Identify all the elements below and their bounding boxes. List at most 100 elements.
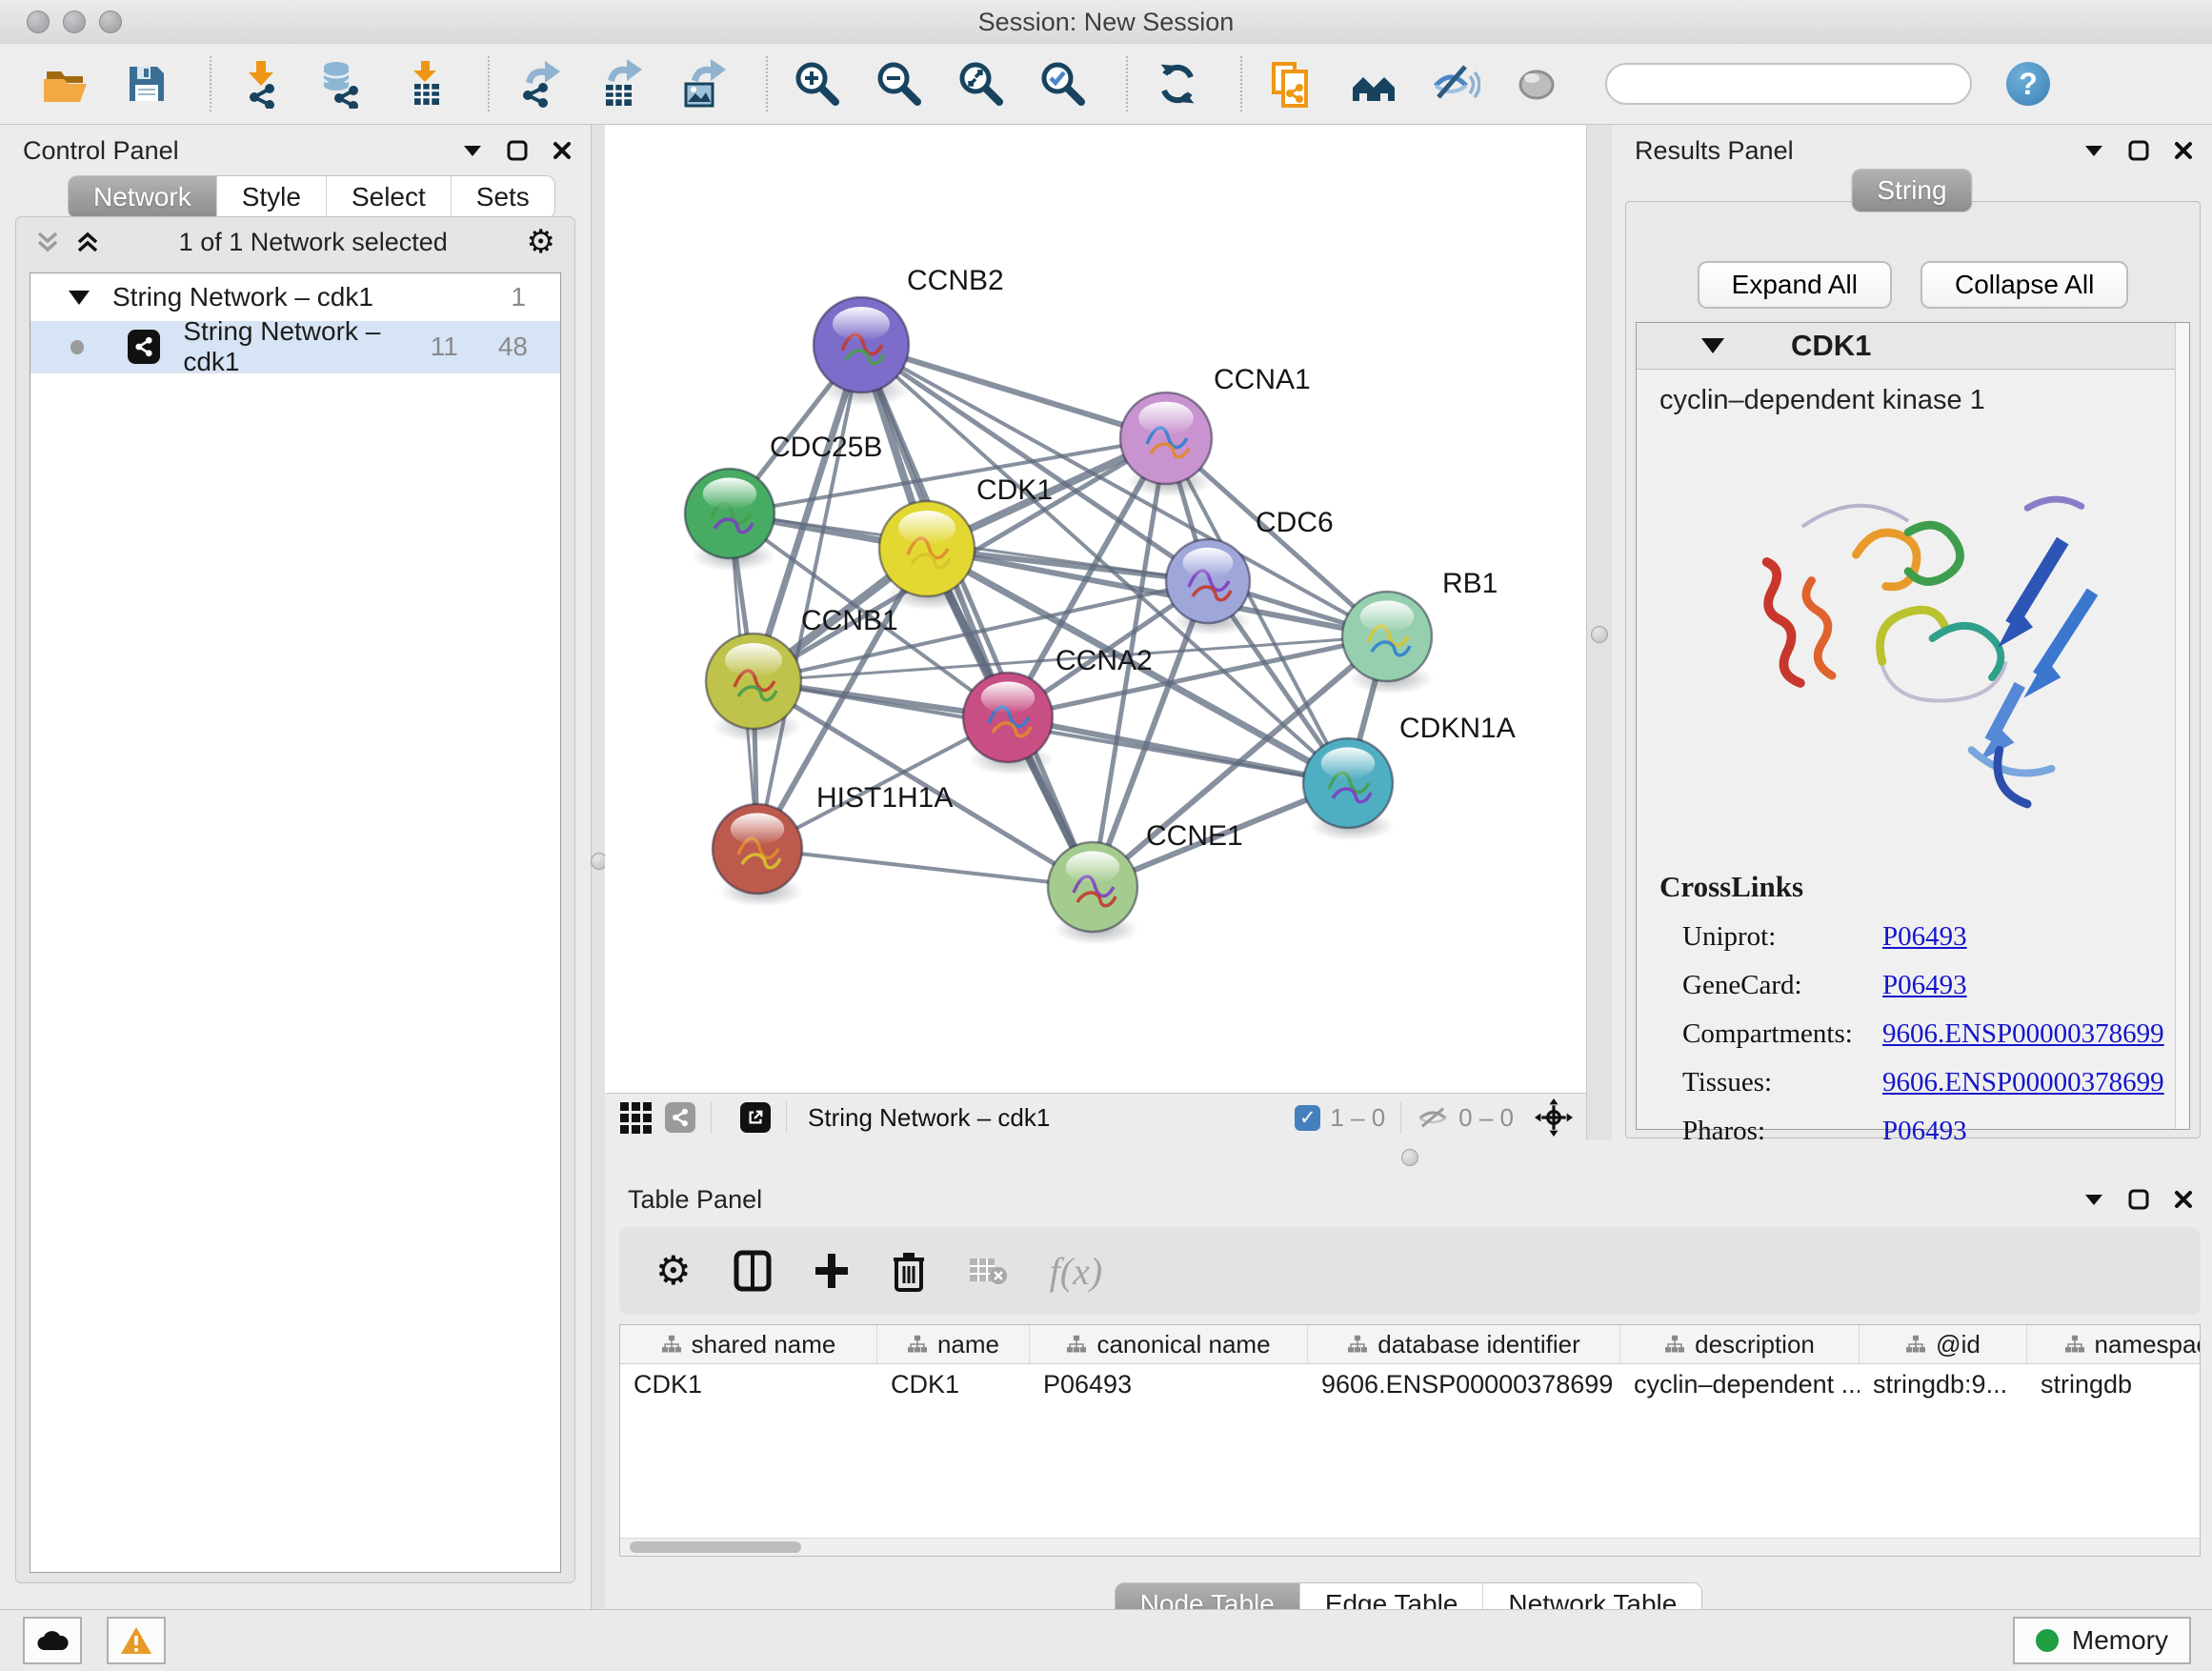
table-row[interactable]: CDK1CDK1P064939606.ENSP00000378699cyclin…: [620, 1364, 2200, 1404]
network-collection-row[interactable]: String Network – cdk1 1: [30, 273, 560, 321]
birdseye-grid-icon[interactable]: [620, 1102, 652, 1134]
selected-items-checkbox-icon[interactable]: ✓: [1295, 1105, 1320, 1131]
network-node-CCNE1[interactable]: [1048, 842, 1139, 945]
close-panel-icon[interactable]: [2174, 1190, 2193, 1209]
help-button[interactable]: ?: [2006, 62, 2050, 106]
tab-select[interactable]: Select: [327, 176, 452, 218]
float-panel-icon[interactable]: [2128, 140, 2149, 161]
memory-label: Memory: [2072, 1625, 2168, 1656]
network-options-gear-icon[interactable]: ⚙: [527, 226, 555, 258]
network-edge-count: 48: [498, 332, 528, 362]
close-panel-icon[interactable]: [553, 141, 572, 160]
network-node-RB1[interactable]: [1342, 592, 1434, 695]
panel-menu-icon[interactable]: [463, 144, 482, 157]
node-table: shared namenamecanonical namedatabase id…: [619, 1324, 2201, 1557]
tab-sets[interactable]: Sets: [452, 176, 554, 218]
network-node-CCNA2[interactable]: [963, 673, 1055, 775]
gene-entry-header[interactable]: CDK1: [1637, 323, 2189, 370]
column-header-shared-name[interactable]: shared name: [620, 1325, 877, 1363]
table-cell: cyclin–dependent ...: [1620, 1364, 1860, 1404]
warnings-button[interactable]: [107, 1617, 166, 1664]
collection-expander-icon[interactable]: [69, 291, 90, 305]
show-all-icon[interactable]: [1513, 59, 1562, 109]
network-view-toolbar: String Network – cdk1 ✓ 1 – 0 0 – 0: [605, 1093, 1586, 1141]
table-options-gear-icon[interactable]: ⚙: [655, 1251, 692, 1291]
zoom-selected-icon[interactable]: [1038, 59, 1088, 109]
column-header-name[interactable]: name: [877, 1325, 1030, 1363]
tab-style[interactable]: Style: [217, 176, 327, 218]
node-label-CDC25B: CDC25B: [770, 432, 882, 463]
float-panel-icon[interactable]: [2128, 1189, 2149, 1210]
network-node-HIST1H1A[interactable]: [713, 804, 804, 907]
delete-column-icon[interactable]: [892, 1250, 926, 1292]
string-badge-icon[interactable]: [665, 1102, 695, 1133]
network-node-CDC25B[interactable]: [685, 469, 776, 572]
panel-menu-icon[interactable]: [2084, 1193, 2103, 1206]
panel-menu-icon[interactable]: [2084, 144, 2103, 157]
expand-all-networks-icon[interactable]: [75, 230, 100, 254]
import-table-icon[interactable]: [400, 59, 450, 109]
column-header-@id[interactable]: @id: [1860, 1325, 2027, 1363]
duplicate-page-icon[interactable]: [1267, 59, 1317, 109]
crosslink-link[interactable]: 9606.ENSP00000378699: [1882, 1067, 2164, 1098]
apply-preferred-layout-icon[interactable]: [1153, 59, 1202, 109]
cloud-status-button[interactable]: [23, 1617, 82, 1664]
column-header-namespac[interactable]: namespac: [2027, 1325, 2201, 1363]
network-node-CDKN1A[interactable]: [1303, 738, 1395, 841]
column-header-canonical-name[interactable]: canonical name: [1030, 1325, 1308, 1363]
crosslink-link[interactable]: P06493: [1882, 921, 1967, 953]
table-cell: stringdb: [2027, 1364, 2201, 1404]
network-row-selected[interactable]: String Network – cdk1 11 48: [30, 321, 560, 373]
network-node-CDK1[interactable]: [879, 501, 976, 611]
network-node-CCNB1[interactable]: [706, 634, 803, 743]
create-column-icon[interactable]: [814, 1252, 850, 1290]
crosslink-link[interactable]: P06493: [1882, 970, 1967, 1001]
tab-network[interactable]: Network: [69, 176, 217, 218]
crosslink-label: Uniprot:: [1682, 921, 1882, 953]
export-image-icon[interactable]: [678, 59, 728, 109]
expand-all-button[interactable]: Expand All: [1698, 261, 1892, 309]
horizontal-divider-handle[interactable]: [1401, 1149, 1418, 1166]
network-node-CCNA1[interactable]: [1120, 393, 1214, 497]
hide-selected-icon[interactable]: [1431, 59, 1480, 109]
column-header-database-identifier[interactable]: database identifier: [1308, 1325, 1620, 1363]
import-network-icon[interactable]: [236, 59, 286, 109]
right-divider-handle[interactable]: [1591, 626, 1608, 643]
control-panel-title: Control Panel: [23, 136, 179, 166]
column-header-description[interactable]: description: [1620, 1325, 1860, 1363]
entry-scrollbar[interactable]: [2175, 323, 2189, 1129]
float-panel-icon[interactable]: [507, 140, 528, 161]
network-node-CCNB2[interactable]: [814, 297, 911, 407]
network-graph[interactable]: CCNB2CCNA1CDC25BCDK1CDC6RB1CCNB1CCNA2CDK…: [605, 125, 1586, 1093]
crosslink-link[interactable]: 9606.ENSP00000378699: [1882, 1018, 2164, 1050]
right-panel-divider[interactable]: [1586, 125, 1614, 1140]
save-session-icon[interactable]: [122, 59, 171, 109]
entry-expander-icon[interactable]: [1701, 338, 1724, 353]
collection-name: String Network – cdk1: [112, 282, 373, 312]
network-selection-status: 1 of 1 Network selected: [100, 228, 527, 257]
open-session-icon[interactable]: [40, 59, 90, 109]
export-table-icon[interactable]: [596, 59, 646, 109]
collapse-all-networks-icon[interactable]: [35, 230, 60, 254]
search-input[interactable]: [1632, 69, 1955, 100]
zoom-out-icon[interactable]: [875, 59, 924, 109]
network-node-CDC6[interactable]: [1166, 539, 1252, 635]
first-neighbors-icon[interactable]: [1349, 59, 1398, 109]
close-panel-icon[interactable]: [2174, 141, 2193, 160]
edge-CCNA2-CDKN1A[interactable]: [1008, 717, 1348, 783]
export-network-icon[interactable]: [514, 59, 564, 109]
toolbar-separator: [766, 56, 768, 111]
pan-crosshair-icon[interactable]: [1535, 1098, 1573, 1137]
crosslink-row: Compartments:9606.ENSP00000378699: [1659, 1018, 2168, 1050]
scrollbar-thumb[interactable]: [630, 1541, 801, 1553]
zoom-in-icon[interactable]: [793, 59, 842, 109]
open-in-browser-icon[interactable]: [740, 1102, 771, 1133]
import-database-icon[interactable]: [318, 59, 368, 109]
table-horizontal-scrollbar[interactable]: [620, 1538, 2200, 1556]
show-columns-icon[interactable]: [734, 1250, 772, 1292]
fit-content-icon[interactable]: [956, 59, 1006, 109]
table-panel-divider[interactable]: [605, 1140, 2212, 1174]
collapse-all-button[interactable]: Collapse All: [1920, 261, 2128, 309]
memory-button[interactable]: Memory: [2013, 1617, 2191, 1664]
tab-string[interactable]: String: [1852, 170, 1971, 211]
